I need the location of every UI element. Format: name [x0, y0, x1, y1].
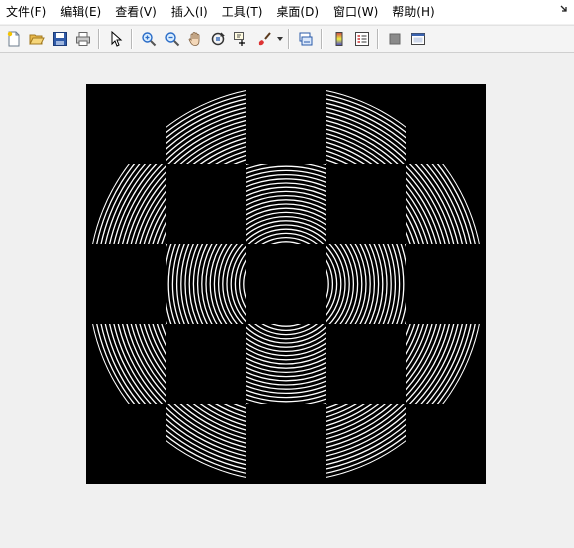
pattern-ring [192, 190, 380, 378]
pattern-ring [88, 86, 484, 482]
pattern-ring [142, 140, 430, 428]
brush-dropdown-icon[interactable] [276, 28, 284, 50]
pattern-ring [104, 102, 468, 466]
pattern-ring [180, 178, 392, 390]
toolbar-separator [98, 29, 100, 49]
image-axes[interactable] [86, 84, 486, 484]
pattern-ring [247, 245, 325, 323]
pattern-ring [163, 161, 409, 407]
pattern-ring [226, 224, 346, 344]
pattern-ring [167, 165, 405, 403]
menu-insert[interactable]: 插入(I) [164, 0, 215, 24]
link-plot-icon[interactable] [295, 28, 317, 50]
open-file-icon[interactable] [26, 28, 48, 50]
menu-help[interactable]: 帮助(H) [385, 0, 441, 24]
dock-arrow-icon[interactable] [560, 4, 570, 17]
menu-view[interactable]: 查看(V) [108, 0, 164, 24]
pointer-icon[interactable] [105, 28, 127, 50]
toolbar-separator [288, 29, 290, 49]
menu-desktop[interactable]: 桌面(D) [269, 0, 326, 24]
pattern-ring [96, 94, 476, 474]
toolbar-separator [321, 29, 323, 49]
pattern-ring [222, 220, 350, 348]
toolbar-separator [377, 29, 379, 49]
pattern-disk [88, 86, 484, 482]
pan-hand-icon[interactable] [184, 28, 206, 50]
data-cursor-icon[interactable] [230, 28, 252, 50]
show-plot-tools-icon[interactable] [407, 28, 429, 50]
checkerboard-ring-pattern [88, 86, 484, 482]
pattern-ring [217, 215, 355, 353]
pattern-ring [209, 207, 363, 361]
pattern-ring [138, 136, 434, 432]
rotate-3d-icon[interactable] [207, 28, 229, 50]
legend-icon[interactable] [351, 28, 373, 50]
pattern-ring [150, 148, 422, 420]
pattern-ring [91, 89, 481, 479]
pattern-ring [112, 110, 460, 458]
pattern-ring [133, 131, 439, 437]
pattern-ring [238, 236, 334, 332]
pattern-ring [125, 123, 447, 445]
menu-window[interactable]: 窗口(W) [326, 0, 385, 24]
pattern-ring [154, 152, 418, 416]
pattern-ring [121, 119, 451, 449]
menu-tools[interactable]: 工具(T) [215, 0, 270, 24]
menu-bar: 文件(F) 编辑(E) 查看(V) 插入(I) 工具(T) 桌面(D) 窗口(W… [0, 0, 574, 24]
figure-canvas [0, 54, 574, 548]
print-icon[interactable] [72, 28, 94, 50]
pattern-ring [234, 232, 338, 336]
menu-file[interactable]: 文件(F) [0, 0, 53, 24]
new-figure-icon[interactable] [3, 28, 25, 50]
pattern-ring [196, 194, 376, 374]
pattern-ring [100, 98, 472, 470]
pattern-ring [184, 182, 388, 386]
toolbar-separator [131, 29, 133, 49]
pattern-ring [243, 241, 329, 327]
hide-plot-tools-icon[interactable] [384, 28, 406, 50]
colorbar-icon[interactable] [328, 28, 350, 50]
pattern-ring [230, 228, 342, 340]
zoom-out-icon[interactable] [161, 28, 183, 50]
pattern-ring [205, 203, 367, 365]
zoom-in-icon[interactable] [138, 28, 160, 50]
brush-icon[interactable] [253, 28, 275, 50]
figure-toolbar [0, 25, 574, 53]
pattern-ring [108, 106, 464, 462]
save-icon[interactable] [49, 28, 71, 50]
pattern-ring [175, 173, 397, 395]
pattern-rings [88, 86, 484, 482]
menu-edit[interactable]: 编辑(E) [53, 0, 108, 24]
